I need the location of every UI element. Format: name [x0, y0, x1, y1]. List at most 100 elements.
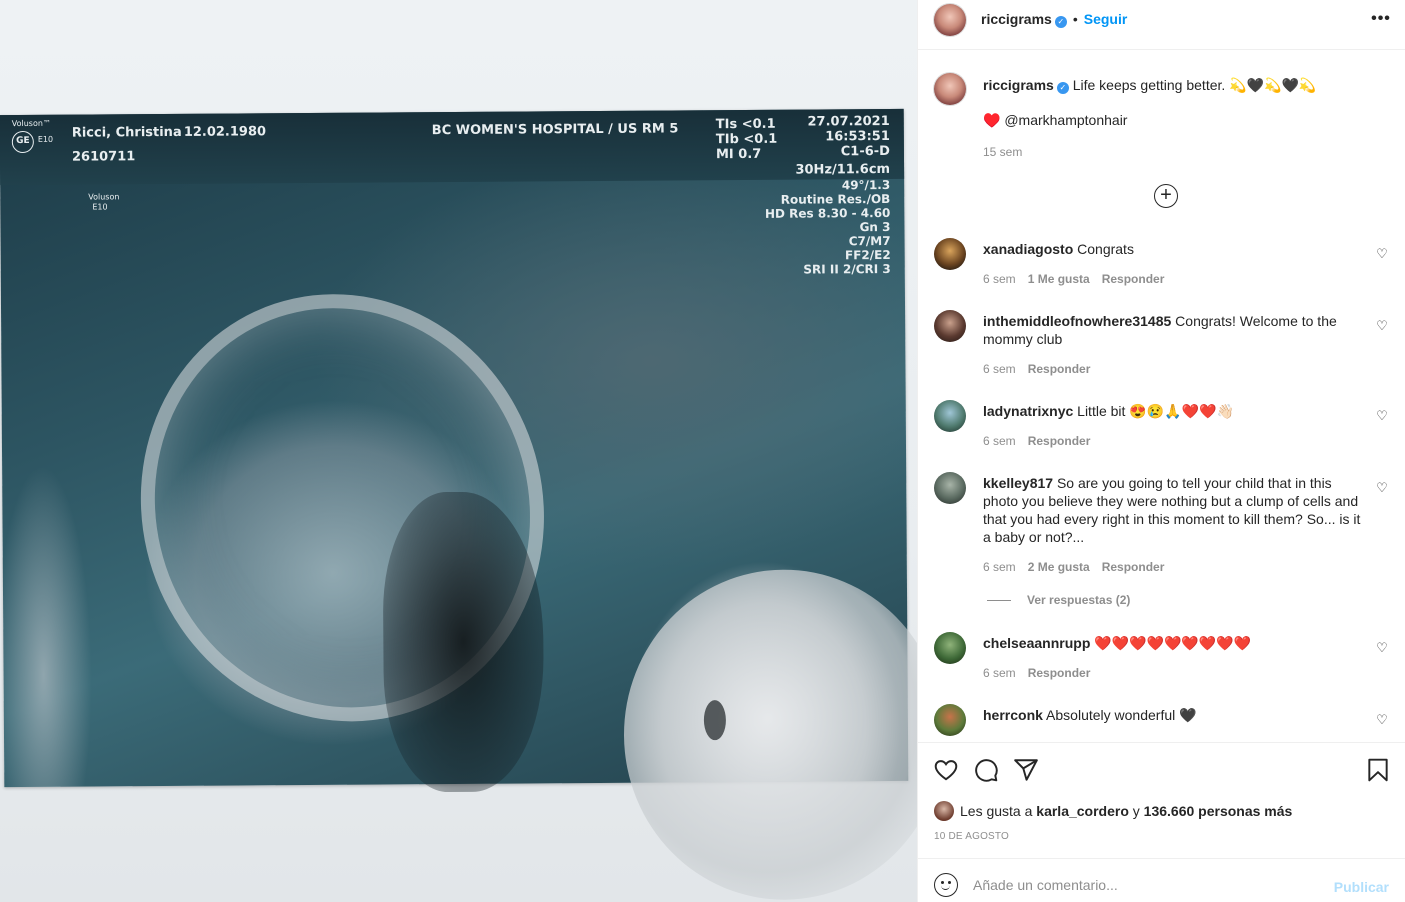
- comment-icon[interactable]: [973, 757, 999, 783]
- comment-item: chelseaannrupp ❤️❤️❤️❤️❤️❤️❤️❤️❤️ 6 sem R…: [934, 632, 1389, 692]
- comment-username[interactable]: inthemiddleofnowhere31485: [983, 313, 1171, 329]
- likes-prefix: Les gusta a: [960, 803, 1033, 819]
- likes-count[interactable]: 136.660 personas más: [1144, 803, 1293, 819]
- comment-meta: 6 sem Responder: [983, 666, 1102, 680]
- comment-username[interactable]: chelseaannrupp: [983, 635, 1090, 651]
- comment-time[interactable]: 6 sem: [983, 362, 1016, 376]
- ultrasound-image: Voluson™ GE E10 Ricci, Christina 12.02.1…: [0, 108, 917, 901]
- scan-date: 27.07.2021: [807, 113, 890, 130]
- comment-username[interactable]: ladynatrixnyc: [983, 403, 1073, 419]
- commenter-avatar[interactable]: [934, 238, 966, 270]
- view-replies-button[interactable]: Ver respuestas (2): [987, 593, 1130, 607]
- comment-meta: 6 sem Responder: [983, 362, 1102, 376]
- scan-tis: TIs <0.1: [715, 116, 776, 133]
- scan-patient-id: 2610711: [71, 149, 136, 165]
- author-line: riccigrams ✓ • Seguir: [981, 11, 1127, 29]
- comment-like-heart-icon[interactable]: ♡: [1375, 319, 1389, 333]
- comment-like-heart-icon[interactable]: ♡: [1375, 409, 1389, 423]
- send-icon[interactable]: [1013, 757, 1039, 783]
- scan-brand: Voluson™: [11, 118, 51, 129]
- separator-dot: •: [1072, 11, 1078, 27]
- bookmark-icon[interactable]: [1365, 757, 1391, 783]
- comment-time[interactable]: 6 sem: [983, 434, 1016, 448]
- reply-button[interactable]: Responder: [1028, 666, 1091, 680]
- comment-like-heart-icon[interactable]: ♡: [1375, 247, 1389, 261]
- likes-summary: Les gusta a karla_cordero y 136.660 pers…: [934, 801, 1292, 821]
- comment-text: Absolutely wonderful 🖤: [1046, 707, 1197, 723]
- commenter-avatar[interactable]: [934, 472, 966, 504]
- verified-badge-icon: ✓: [1056, 82, 1069, 94]
- comment-username[interactable]: xanadiagosto: [983, 241, 1073, 257]
- scan-mode: Routine Res./OB: [780, 191, 891, 207]
- emoji-icon[interactable]: [934, 873, 958, 897]
- replies-line: [987, 600, 1011, 602]
- post-date[interactable]: 10 DE AGOSTO: [934, 831, 1009, 842]
- scan-dark-region: [382, 491, 545, 793]
- scan-device-small: Voluson: [88, 192, 120, 202]
- post-actions: Les gusta a karla_cordero y 136.660 pers…: [918, 742, 1405, 858]
- caption-text: Life keeps getting better. 💫🖤💫🖤💫: [1072, 77, 1317, 93]
- caption-username[interactable]: riccigrams: [983, 77, 1054, 93]
- comment-time[interactable]: 6 sem: [983, 666, 1016, 680]
- comment-likes[interactable]: 2 Me gusta: [1028, 560, 1090, 574]
- comment-time[interactable]: 6 sem: [983, 560, 1016, 574]
- liker-username[interactable]: karla_cordero: [1036, 803, 1129, 819]
- commenter-avatar[interactable]: [934, 310, 966, 342]
- likes-middle: y: [1132, 803, 1140, 819]
- comment-likes[interactable]: 1 Me gusta: [1028, 272, 1090, 286]
- follow-button[interactable]: Seguir: [1084, 11, 1128, 27]
- scan-ff: FF2/E2: [844, 247, 891, 263]
- plus-circle-icon[interactable]: +: [1154, 184, 1178, 208]
- caption: riccigrams ✓ Life keeps getting better. 💫…: [934, 73, 1389, 163]
- scan-brand-model: E10: [37, 134, 54, 144]
- post-photo[interactable]: Voluson™ GE E10 Ricci, Christina 12.02.1…: [0, 0, 917, 902]
- reply-button[interactable]: Responder: [1102, 560, 1165, 574]
- more-horizontal-icon[interactable]: •••: [1369, 11, 1393, 28]
- comment-input[interactable]: [973, 869, 1333, 901]
- comment-item: kkelley817 So are you going to tell your…: [934, 472, 1389, 612]
- comment-username[interactable]: kkelley817: [983, 475, 1053, 491]
- view-replies-label: Ver respuestas (2): [1027, 593, 1131, 607]
- caption-time[interactable]: 15 sem: [983, 145, 1022, 159]
- author-avatar[interactable]: [934, 4, 966, 36]
- emoji-mouth: [941, 885, 950, 890]
- heart-icon[interactable]: [933, 757, 959, 783]
- caption-avatar[interactable]: [934, 73, 966, 105]
- comment-body: xanadiagosto Congrats: [983, 240, 1367, 258]
- commenter-avatar[interactable]: [934, 632, 966, 664]
- scan-spot: [703, 700, 727, 741]
- reply-button[interactable]: Responder: [1028, 362, 1091, 376]
- comment-time[interactable]: 6 sem: [983, 272, 1016, 286]
- verified-badge-icon: ✓: [1054, 16, 1067, 28]
- comment-like-heart-icon[interactable]: ♡: [1375, 713, 1389, 727]
- commenter-avatar[interactable]: [934, 704, 966, 736]
- comment-body: herrconk Absolutely wonderful 🖤: [983, 706, 1367, 724]
- scan-sri: SRI II 2/CRI 3: [803, 261, 891, 277]
- commenter-avatar[interactable]: [934, 400, 966, 432]
- comment-username[interactable]: herrconk: [983, 707, 1043, 723]
- comment-meta: 6 sem Responder: [983, 434, 1102, 448]
- comment-like-heart-icon[interactable]: ♡: [1375, 641, 1389, 655]
- ge-logo-icon: GE: [11, 130, 34, 154]
- scan-gn: Gn 3: [859, 219, 891, 235]
- comment-body: chelseaannrupp ❤️❤️❤️❤️❤️❤️❤️❤️❤️: [983, 634, 1367, 652]
- caption-body: riccigrams ✓ Life keeps getting better. 💫…: [983, 76, 1367, 94]
- scan-hd-res: HD Res 8.30 - 4.60: [764, 205, 891, 221]
- comment-meta: 6 sem 2 Me gusta Responder: [983, 560, 1176, 574]
- comments-list[interactable]: riccigrams ✓ Life keeps getting better. 💫…: [918, 51, 1405, 741]
- comment-meta: 6 sem 1 Me gusta Responder: [983, 272, 1176, 286]
- scan-patient-dob: 12.02.1980: [183, 124, 267, 140]
- reply-button[interactable]: Responder: [1028, 434, 1091, 448]
- reply-button[interactable]: Responder: [1102, 272, 1165, 286]
- post-header: riccigrams ✓ • Seguir •••: [918, 0, 1405, 50]
- scan-c: C7/M7: [848, 233, 891, 249]
- scan-probe: C1-6-D: [840, 143, 890, 160]
- scan-mi: MI 0.7: [715, 146, 762, 163]
- comment-body: ladynatrixnyc Little bit 😍😢🙏❤️❤️👋🏻: [983, 402, 1367, 420]
- comment-like-heart-icon[interactable]: ♡: [1375, 481, 1389, 495]
- caption-tag-line[interactable]: ♥️ @markhamptonhair: [983, 111, 1367, 129]
- liker-avatar[interactable]: [934, 801, 954, 821]
- scan-time: 16:53:51: [825, 128, 890, 145]
- author-username[interactable]: riccigrams: [981, 11, 1052, 27]
- publish-button[interactable]: Publicar: [1334, 879, 1389, 895]
